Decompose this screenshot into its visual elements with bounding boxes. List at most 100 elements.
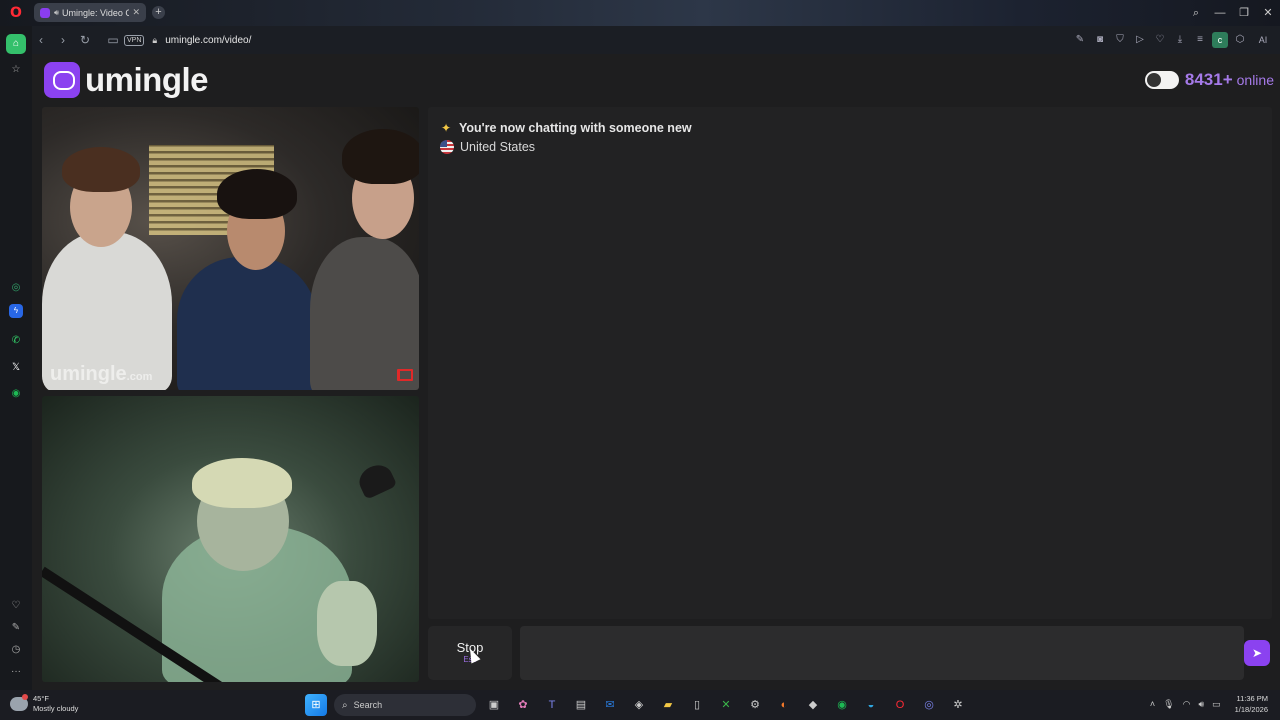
vpn-badge[interactable]: VPN	[124, 34, 145, 46]
browser-sidebar: ⌂ ☆ ◎ ϟ ✆ 𝕏 ◉ ♡ ✎ ◷ ···	[0, 26, 32, 690]
umingle-favicon-icon	[40, 7, 50, 18]
stop-button[interactable]: Stop Esc	[428, 626, 512, 680]
steam-icon[interactable]: ◈	[628, 694, 650, 716]
message-input[interactable]	[520, 626, 1244, 680]
url-field[interactable]: ▭ VPN 🔒︎ umingle.com/video/	[102, 29, 251, 51]
search-placeholder: Search	[353, 700, 383, 710]
spotify-icon[interactable]: ◉	[6, 384, 26, 404]
heart-icon[interactable]: ♡	[6, 596, 26, 616]
outlook-icon[interactable]: ✉	[599, 694, 621, 716]
tab-title: Umingle: Video Chat	[62, 7, 130, 18]
back-icon[interactable]: ‹	[30, 29, 52, 51]
self-hand	[317, 581, 377, 666]
weather-widget[interactable]: 45°F Mostly cloudy	[10, 694, 78, 714]
url-text[interactable]: umingle.com/video/	[165, 35, 251, 46]
person-left-hair	[62, 147, 140, 192]
messenger-icon[interactable]: ϟ	[9, 304, 23, 318]
edge-icon[interactable]: ◒	[860, 694, 882, 716]
close-window-icon[interactable]: ✕	[1256, 0, 1280, 26]
chevron-up-icon[interactable]: ˄	[1150, 699, 1155, 709]
tab-close-icon[interactable]: ✕	[132, 7, 140, 18]
copilot-icon[interactable]: ✿	[512, 694, 534, 716]
weather-desc: Mostly cloudy	[33, 704, 79, 713]
edit-icon[interactable]: ✎	[1072, 30, 1088, 50]
restore-icon[interactable]: ❐	[1232, 0, 1256, 26]
forward-icon[interactable]: ›	[52, 29, 74, 51]
report-flag-icon[interactable]	[397, 369, 413, 381]
home-icon[interactable]: ⌂	[6, 34, 26, 54]
cloud-icon	[10, 694, 28, 711]
tab-search-icon[interactable]: ⌕	[1184, 0, 1208, 26]
history-icon[interactable]: ◷	[6, 640, 26, 660]
wifi-icon[interactable]: ◠	[1183, 699, 1191, 710]
settings-icon[interactable]: ⚙	[744, 694, 766, 716]
speaker-icon[interactable]: 🔊︎	[54, 8, 59, 18]
sparkle-icon: ✦	[440, 121, 452, 135]
minimize-icon[interactable]: —	[1208, 0, 1232, 26]
steam-client-icon[interactable]: ◆	[802, 694, 824, 716]
box-icon[interactable]: ⬡	[1232, 30, 1248, 50]
volume-icon[interactable]: 🔊︎	[1198, 699, 1204, 710]
reload-icon[interactable]: ↻	[74, 29, 96, 51]
watermark-suffix: .com	[126, 371, 153, 383]
theme-toggle[interactable]	[1144, 71, 1179, 89]
tab-snap-icon[interactable]: ▭	[102, 29, 124, 51]
download-icon[interactable]: ⤓	[1172, 30, 1188, 50]
whatsapp-icon[interactable]: ✆	[6, 331, 26, 351]
person-right-hair	[342, 129, 419, 184]
windows-start-icon[interactable]: ⊞	[305, 694, 327, 716]
spotify-icon[interactable]: ◉	[831, 694, 853, 716]
opera-logo-icon[interactable]: O	[8, 5, 24, 21]
chat-country: United States	[440, 140, 535, 154]
x-icon[interactable]: 𝕏	[6, 358, 26, 378]
heart-icon[interactable]: ♡	[1152, 30, 1168, 50]
lock-icon[interactable]: 🔒︎	[152, 35, 157, 46]
ai-button[interactable]: AI	[1252, 30, 1274, 50]
umingle-watermark: umingle.com	[50, 363, 152, 386]
stranger-video: umingle.com	[42, 107, 419, 390]
self-hair	[192, 458, 292, 508]
notepad-icon[interactable]: ▯	[686, 694, 708, 716]
umingle-logo[interactable]: umingle	[44, 61, 209, 99]
edit-icon[interactable]: ✎	[6, 618, 26, 638]
person-middle-hair	[217, 169, 297, 219]
browser-titlebar: O 🔊︎ Umingle: Video Chat ✕ + ⌕ — ❐ ✕	[0, 0, 1280, 26]
menu-icon[interactable]: ≡	[1192, 30, 1208, 50]
chatgpt-icon[interactable]: ◎	[6, 278, 26, 298]
blender-icon[interactable]: ◐	[773, 694, 795, 716]
xbox-icon[interactable]: ✕	[715, 694, 737, 716]
search-icon: ⌕	[342, 699, 348, 711]
logo-text: umingle	[85, 61, 209, 98]
chat-status-text: You're now chatting with someone new	[459, 121, 692, 135]
star-icon[interactable]: ☆	[6, 60, 26, 80]
chatgpt-icon[interactable]: ✲	[947, 694, 969, 716]
extension-icon[interactable]: c	[1212, 32, 1228, 48]
clock-date: 1/18/2026	[1234, 705, 1268, 714]
more-icon[interactable]: ···	[6, 662, 26, 682]
chat-bubble-icon	[44, 62, 80, 98]
opera-icon[interactable]: O	[889, 694, 911, 716]
country-text: United States	[460, 140, 536, 154]
camera-icon[interactable]: ◙	[1092, 30, 1108, 50]
send-button[interactable]: ➤	[1244, 640, 1270, 666]
shield-icon[interactable]: ⛉	[1112, 30, 1128, 50]
new-tab-button[interactable]: +	[152, 6, 165, 19]
browser-tab[interactable]: 🔊︎ Umingle: Video Chat ✕	[34, 3, 146, 22]
window-controls: ⌕ — ❐ ✕	[1184, 0, 1280, 26]
online-count: 8431+	[1184, 70, 1233, 89]
page: umingle 8431+ online umingle.com ✦ You'r…	[32, 54, 1280, 690]
online-label: online	[1236, 72, 1274, 88]
discord-icon[interactable]: ◎	[918, 694, 940, 716]
task-view-icon[interactable]: ▣	[483, 694, 505, 716]
taskbar-search[interactable]: ⌕ Search	[334, 694, 476, 716]
clock-time: 11:36 PM	[1236, 694, 1268, 703]
microphone-icon[interactable]: 🎙︎	[1163, 699, 1174, 710]
teams-icon[interactable]: T	[541, 694, 563, 716]
us-flag-icon	[440, 140, 454, 154]
person-right	[310, 237, 419, 390]
file-explorer-icon[interactable]: ▰	[657, 694, 679, 716]
clock[interactable]: 11:36 PM 1/18/2026	[1235, 693, 1268, 715]
battery-icon[interactable]: ▭	[1212, 699, 1221, 710]
play-icon[interactable]: ▷	[1132, 30, 1148, 50]
store-icon[interactable]: ▤	[570, 694, 592, 716]
